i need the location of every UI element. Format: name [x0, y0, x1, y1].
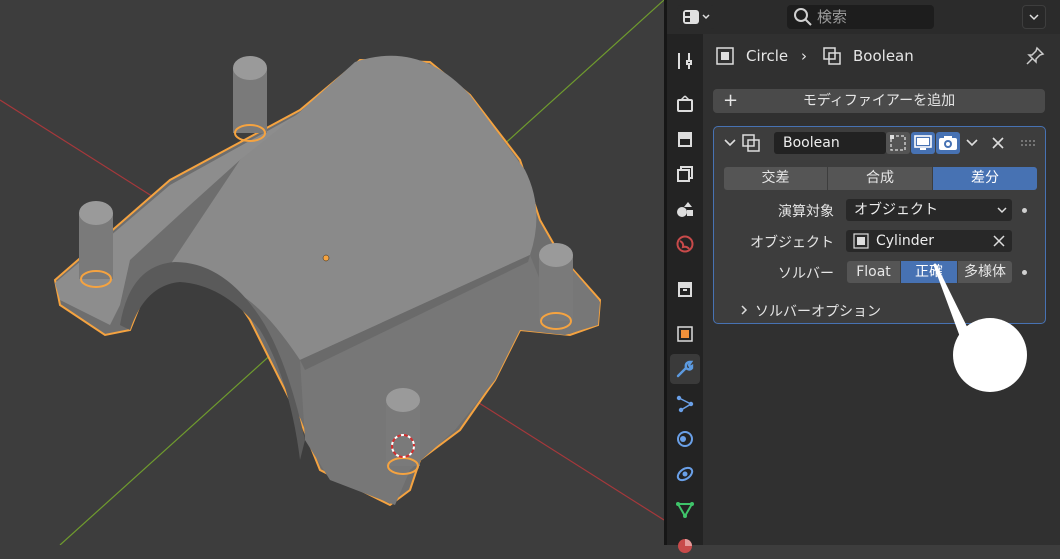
object-origin — [322, 254, 330, 262]
viewport-scene[interactable] — [0, 0, 664, 545]
peg-bottom — [386, 388, 420, 475]
peg-right — [539, 243, 573, 330]
3d-viewport[interactable] — [0, 0, 664, 545]
properties-editor: 検索 Circle › Boolean + モディファイアーを追加 Boolea… — [667, 0, 1060, 553]
mouse-pointer-icon — [933, 263, 1027, 392]
peg-left — [79, 201, 113, 288]
peg-top — [233, 56, 267, 142]
